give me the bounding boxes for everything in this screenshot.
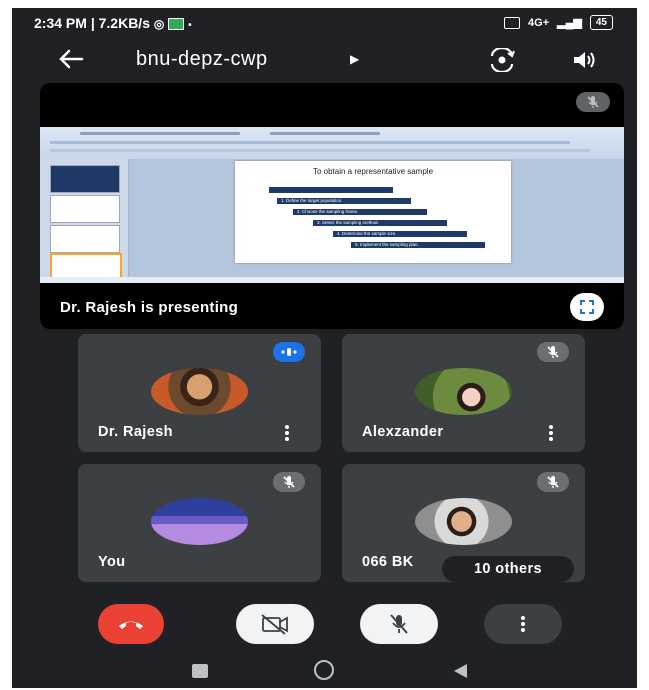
more-vert-icon[interactable]: [283, 424, 291, 442]
slide-step: 2. Choose the sampling frame.: [293, 209, 427, 215]
status-icons: 4G+ ▂▄▆ 45: [504, 15, 613, 30]
slide-step: 1. Define the target population.: [277, 198, 411, 204]
presentation-stage[interactable]: To obtain a representative sample 1. Def…: [40, 83, 624, 329]
status-bar: 2:34 PM | 7.2KB/s ◎ • 4G+ ▂▄▆ 45: [12, 8, 637, 38]
speaking-indicator-icon: [281, 348, 297, 356]
slide-step: 4. Determine the sample size.: [333, 231, 467, 237]
end-call-button[interactable]: [98, 604, 164, 644]
speaker-button[interactable]: [568, 44, 600, 76]
slide-title: To obtain a representative sample: [312, 167, 434, 176]
others-count-chip[interactable]: 10 others: [442, 556, 574, 582]
presenter-mic-status: [576, 92, 610, 112]
arrow-left-icon: [59, 49, 84, 69]
status-time: 2:34 PM: [34, 15, 87, 31]
mic-status: [537, 472, 569, 492]
status-time-group: 2:34 PM | 7.2KB/s ◎ •: [34, 15, 192, 31]
back-nav-button[interactable]: [452, 662, 468, 680]
mic-off-icon: [547, 346, 559, 358]
caret-right-icon[interactable]: ▶: [350, 52, 359, 66]
participant-name: Alexzander: [362, 424, 444, 440]
avatar: [415, 368, 512, 415]
battery-level: 45: [589, 15, 613, 30]
mic-status: [537, 342, 569, 362]
fullscreen-button[interactable]: [570, 293, 604, 321]
presenting-label: Dr. Rajesh is presenting: [60, 299, 239, 316]
participant-name: You: [98, 554, 126, 570]
shared-screen: To obtain a representative sample 1. Def…: [40, 127, 624, 283]
speaker-icon: [574, 52, 595, 68]
participant-tile[interactable]: You: [78, 464, 321, 582]
camera-switch-button[interactable]: [486, 44, 518, 76]
participant-name: 066 BK: [362, 554, 414, 570]
home-button[interactable]: [314, 660, 334, 680]
recents-button[interactable]: [192, 664, 208, 678]
slide-step: [269, 187, 393, 193]
end-call-icon: [119, 621, 143, 629]
camera-toggle-button[interactable]: [236, 604, 314, 644]
slide: To obtain a representative sample 1. Def…: [235, 161, 511, 263]
slide-step: 3. Select the sampling method.: [313, 220, 447, 226]
system-nav-bar: [12, 654, 637, 688]
fullscreen-icon: [580, 300, 594, 314]
slide-thumbnail: [50, 165, 120, 193]
avatar: [151, 368, 248, 415]
participant-name: Dr. Rajesh: [98, 424, 173, 440]
slide-thumbnails: [40, 159, 129, 283]
back-button[interactable]: [54, 42, 88, 76]
mic-off-icon: [547, 476, 559, 488]
participant-tile[interactable]: Alexzander: [342, 334, 585, 452]
meeting-title[interactable]: bnu-depz-cwp: [136, 48, 268, 71]
mic-off-icon: [390, 614, 408, 634]
mic-off-icon: [283, 476, 295, 488]
camera-switch-icon: [490, 48, 515, 72]
avatar: [151, 498, 248, 545]
vibrate-icon: [504, 16, 521, 29]
avatar: [415, 498, 512, 545]
mic-off-icon: [587, 96, 599, 108]
slide-thumbnail: [50, 225, 120, 253]
video-off-icon: [261, 614, 288, 635]
mic-status: [273, 472, 305, 492]
whatsapp-icon: ◎: [153, 17, 165, 31]
participant-tile[interactable]: Dr. Rajesh: [78, 334, 321, 452]
gallery-icon: [168, 18, 185, 31]
more-vert-icon: [521, 616, 525, 632]
more-options-button[interactable]: [484, 604, 562, 644]
network-speed: 7.2KB/s: [98, 15, 150, 31]
slide-thumbnail: [50, 195, 120, 223]
slide-canvas: To obtain a representative sample 1. Def…: [129, 159, 624, 277]
slide-step: 5. Implement the sampling plan.: [351, 242, 485, 248]
phone-screen: 2:34 PM | 7.2KB/s ◎ • 4G+ ▂▄▆ 45 bnu-dep…: [12, 8, 637, 688]
ribbon-toolbar: [40, 127, 624, 160]
slide-notes: [40, 277, 624, 283]
network-type: 4G+: [528, 16, 550, 29]
top-bar: bnu-depz-cwp ▶: [12, 38, 637, 84]
dot-icon: •: [188, 20, 192, 31]
signal-icon: ▂▄▆: [557, 17, 582, 29]
more-vert-icon[interactable]: [547, 424, 555, 442]
speaking-indicator: [273, 342, 305, 362]
mic-toggle-button[interactable]: [360, 604, 438, 644]
